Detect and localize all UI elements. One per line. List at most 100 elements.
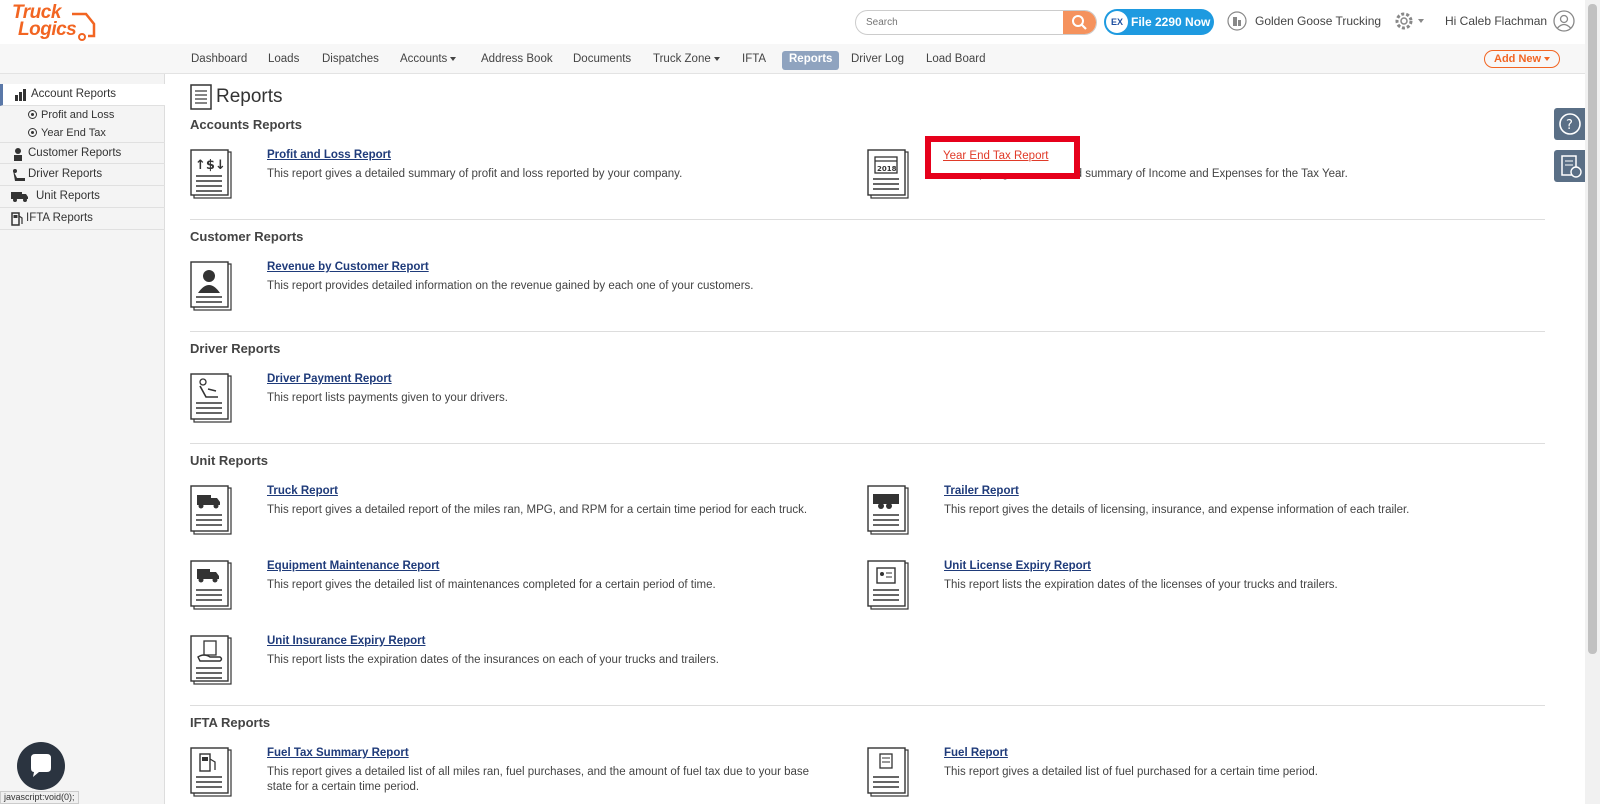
nav-driver-log[interactable]: Driver Log: [851, 51, 904, 70]
equipment-maintenance-report-link[interactable]: Equipment Maintenance Report: [267, 560, 440, 572]
sidebar-item-profit-and-loss[interactable]: Profit and Loss: [0, 106, 165, 124]
chat-widget-button[interactable]: [17, 742, 65, 790]
section-driver-reports: Driver Reports: [190, 341, 281, 356]
calendar-doc-icon: 2018: [867, 149, 909, 199]
user-avatar[interactable]: [1553, 10, 1575, 37]
add-new-button[interactable]: Add New: [1484, 50, 1560, 68]
nav-truck-zone[interactable]: Truck Zone: [653, 51, 720, 70]
chevron-down-icon: [713, 56, 720, 61]
fuel-report-link[interactable]: Fuel Report: [944, 747, 1008, 759]
main-nav: Dashboard Loads Dispatches Accounts Addr…: [0, 44, 1585, 74]
nav-dashboard[interactable]: Dashboard: [191, 51, 247, 70]
file-2290-button[interactable]: EX File 2290 Now: [1104, 9, 1214, 35]
unit-license-expiry-report-link[interactable]: Unit License Expiry Report: [944, 560, 1091, 572]
sidebar-item-unit-reports[interactable]: Unit Reports: [0, 186, 165, 208]
sidebar-item-year-end-tax[interactable]: Year End Tax: [0, 124, 165, 142]
help-tab[interactable]: ?: [1554, 108, 1586, 140]
insurance-doc-icon: [190, 635, 232, 685]
nav-address-book[interactable]: Address Book: [481, 51, 553, 70]
logo-line2: Logics: [18, 19, 77, 40]
chat-bubble-icon: [31, 754, 51, 777]
sidebar-item-driver-reports[interactable]: Driver Reports: [0, 164, 165, 186]
notes-tab[interactable]: [1554, 150, 1586, 182]
nav-dispatches[interactable]: Dispatches: [322, 51, 379, 70]
reports-content: Reports Accounts Reports ↑$↓ Profit and …: [190, 74, 1545, 804]
section-unit-reports: Unit Reports: [190, 453, 268, 468]
fuel-tax-summary-report-link[interactable]: Fuel Tax Summary Report: [267, 747, 409, 759]
profit-loss-doc-icon: ↑$↓: [190, 149, 232, 199]
bullet-icon: [28, 128, 37, 137]
file-2290-label: File 2290 Now: [1131, 15, 1211, 29]
section-ifta-reports: IFTA Reports: [190, 715, 271, 730]
nav-ifta[interactable]: IFTA: [742, 51, 766, 70]
user-greeting[interactable]: Hi Caleb Flachman: [1445, 14, 1547, 28]
revenue-by-customer-report-link[interactable]: Revenue by Customer Report: [267, 261, 429, 273]
sidebar-item-customer-reports[interactable]: Customer Reports: [0, 142, 165, 164]
unit-insurance-expiry-report-link[interactable]: Unit Insurance Expiry Report: [267, 635, 425, 647]
file-2290-badge-icon: EX: [1106, 11, 1128, 33]
nav-documents[interactable]: Documents: [573, 51, 631, 70]
svg-text:?: ?: [1566, 118, 1573, 133]
search-box: [855, 10, 1097, 35]
section-divider: [190, 219, 1545, 220]
report-fuel: Fuel Report This report gives a detailed…: [867, 747, 1487, 807]
truck-icon: [11, 192, 28, 202]
year-end-tax-report-link-highlighted[interactable]: Year End Tax Report: [943, 150, 1049, 162]
fuel-tax-doc-icon: [190, 747, 232, 797]
search-button[interactable]: [1063, 11, 1096, 34]
scrollbar-thumb[interactable]: [1588, 4, 1597, 654]
report-description: This report lists the expiration dates o…: [944, 579, 1338, 591]
svg-text:↑$↓: ↑$↓: [195, 158, 226, 173]
report-unit-insurance-expiry: Unit Insurance Expiry Report This report…: [190, 635, 810, 695]
browser-status-bar: javascript:void(0);: [0, 791, 79, 804]
fuel-pump-icon: [11, 212, 23, 226]
nav-loads[interactable]: Loads: [268, 51, 299, 70]
sidebar-item-label: Account Reports: [31, 88, 117, 100]
truck-report-link[interactable]: Truck Report: [267, 485, 338, 497]
settings-menu[interactable]: [1393, 10, 1427, 37]
section-divider: [190, 443, 1545, 444]
customer-icon: [14, 148, 22, 161]
license-doc-icon: [867, 560, 909, 610]
top-bar: Truck Logics EX File 2290 Now Golden Goo…: [0, 0, 1585, 44]
report-profit-and-loss: ↑$↓ Profit and Loss Report This report g…: [190, 149, 810, 209]
page-scrollbar[interactable]: [1585, 0, 1600, 804]
sidebar-item-label: Customer Reports: [28, 147, 122, 159]
driver-doc-icon: [190, 373, 232, 423]
report-description: This report lists payments given to your…: [267, 392, 508, 404]
bullet-icon: [28, 110, 37, 119]
truck-doc-icon: [190, 485, 232, 535]
company-name: Golden Goose Trucking: [1255, 14, 1382, 28]
building-icon: [1227, 11, 1247, 31]
nav-accounts[interactable]: Accounts: [400, 51, 457, 70]
trucklogics-logo[interactable]: Truck Logics: [10, 3, 96, 42]
add-new-label: Add New: [1494, 53, 1542, 65]
chevron-down-icon: [450, 56, 457, 61]
report-fuel-tax-summary: Fuel Tax Summary Report This report give…: [190, 747, 810, 807]
search-input[interactable]: [856, 11, 1064, 34]
sidebar-item-label: Profit and Loss: [41, 109, 115, 121]
maintenance-doc-icon: [190, 560, 232, 610]
sidebar-item-ifta-reports[interactable]: IFTA Reports: [0, 208, 165, 230]
sidebar-item-account-reports[interactable]: Account Reports: [0, 84, 165, 106]
company-selector[interactable]: Golden Goose Trucking: [1227, 11, 1381, 34]
profit-and-loss-report-link[interactable]: Profit and Loss Report: [267, 149, 391, 161]
bar-chart-icon: [15, 89, 26, 101]
driver-seat-icon: [13, 169, 25, 181]
sidebar-item-label: IFTA Reports: [26, 212, 93, 224]
trailer-report-link[interactable]: Trailer Report: [944, 485, 1019, 497]
year-badge: 2018: [877, 165, 897, 173]
sidebar-item-label: Driver Reports: [28, 168, 103, 180]
report-description: This report provides detailed informatio…: [267, 280, 754, 292]
nav-reports[interactable]: Reports: [782, 51, 840, 70]
report-description: This report gives the detailed list of m…: [267, 579, 716, 591]
section-divider: [190, 705, 1545, 706]
report-description: This report gives a detailed list of all…: [267, 766, 810, 793]
chevron-down-icon: [1544, 57, 1550, 61]
driver-payment-report-link[interactable]: Driver Payment Report: [267, 373, 392, 385]
user-icon: [1553, 10, 1575, 32]
nav-load-board[interactable]: Load Board: [926, 51, 985, 70]
trailer-doc-icon: [867, 485, 909, 535]
section-customer-reports: Customer Reports: [190, 229, 304, 244]
report-driver-payment: Driver Payment Report This report lists …: [190, 373, 810, 433]
